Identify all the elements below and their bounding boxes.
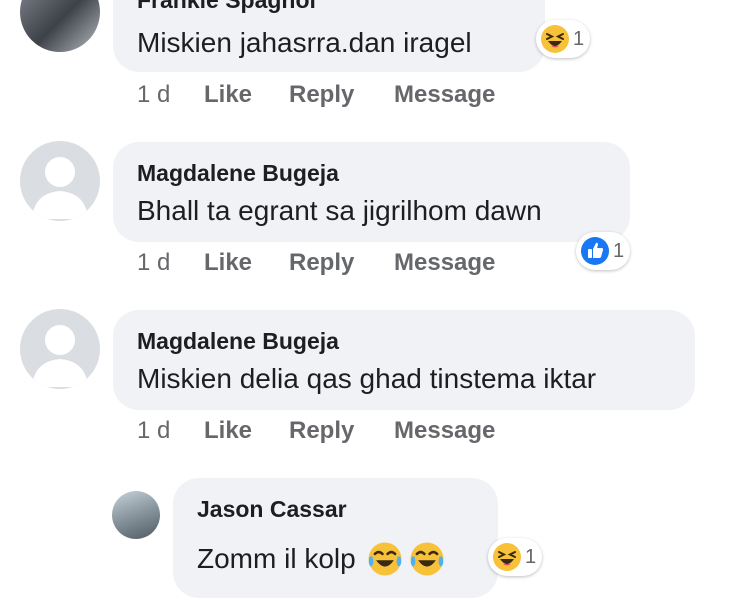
like-link[interactable]: Like — [204, 417, 252, 445]
tears-of-joy-emoji-icon — [410, 542, 444, 576]
reaction-badge[interactable]: 1 — [536, 20, 591, 58]
reply-link[interactable]: Reply — [289, 81, 354, 109]
like-link[interactable]: Like — [204, 249, 252, 277]
avatar[interactable] — [112, 491, 160, 539]
comment-author[interactable]: Jason Cassar — [197, 496, 347, 523]
reaction-badge[interactable]: 1 — [488, 538, 543, 576]
reply-link[interactable]: Reply — [289, 417, 354, 445]
comment-text-content: Zomm il kolp — [197, 543, 356, 574]
avatar[interactable] — [20, 309, 100, 389]
message-link[interactable]: Message — [394, 81, 495, 109]
comment-bubble — [113, 310, 695, 410]
reaction-count: 1 — [613, 239, 625, 262]
laughing-emoji-icon — [541, 25, 569, 53]
like-thumb-icon — [581, 237, 609, 265]
default-avatar-icon — [32, 157, 88, 219]
comment-text: Miskien delia qas ghad tinstema iktar — [137, 363, 597, 394]
comment-author[interactable]: Magdalene Bugeja — [137, 160, 339, 187]
avatar[interactable] — [20, 141, 100, 221]
message-link[interactable]: Message — [394, 417, 495, 445]
reaction-count: 1 — [525, 545, 537, 568]
comment-text: Miskien jahasrra.dan iragel — [137, 27, 472, 58]
comment-bubble — [113, 142, 630, 242]
comment-author[interactable]: Frankie Spagnol — [137, 0, 316, 14]
default-avatar-icon — [32, 325, 88, 387]
reaction-count: 1 — [573, 27, 585, 50]
like-link[interactable]: Like — [204, 81, 252, 109]
comment-author[interactable]: Magdalene Bugeja — [137, 328, 339, 355]
comment-time[interactable]: 1 d — [137, 249, 170, 277]
reaction-badge[interactable]: 1 — [576, 232, 631, 270]
comment-time[interactable]: 1 d — [137, 81, 170, 109]
tears-of-joy-emoji-icon — [368, 542, 402, 576]
reply-link[interactable]: Reply — [289, 249, 354, 277]
avatar[interactable] — [20, 0, 100, 52]
comment-time[interactable]: 1 d — [137, 417, 170, 445]
message-link[interactable]: Message — [394, 249, 495, 277]
comment-text: Bhall ta egrant sa jigrilhom dawn — [137, 195, 542, 226]
laughing-emoji-icon — [493, 543, 521, 571]
comment-text: Zomm il kolp — [197, 540, 446, 578]
